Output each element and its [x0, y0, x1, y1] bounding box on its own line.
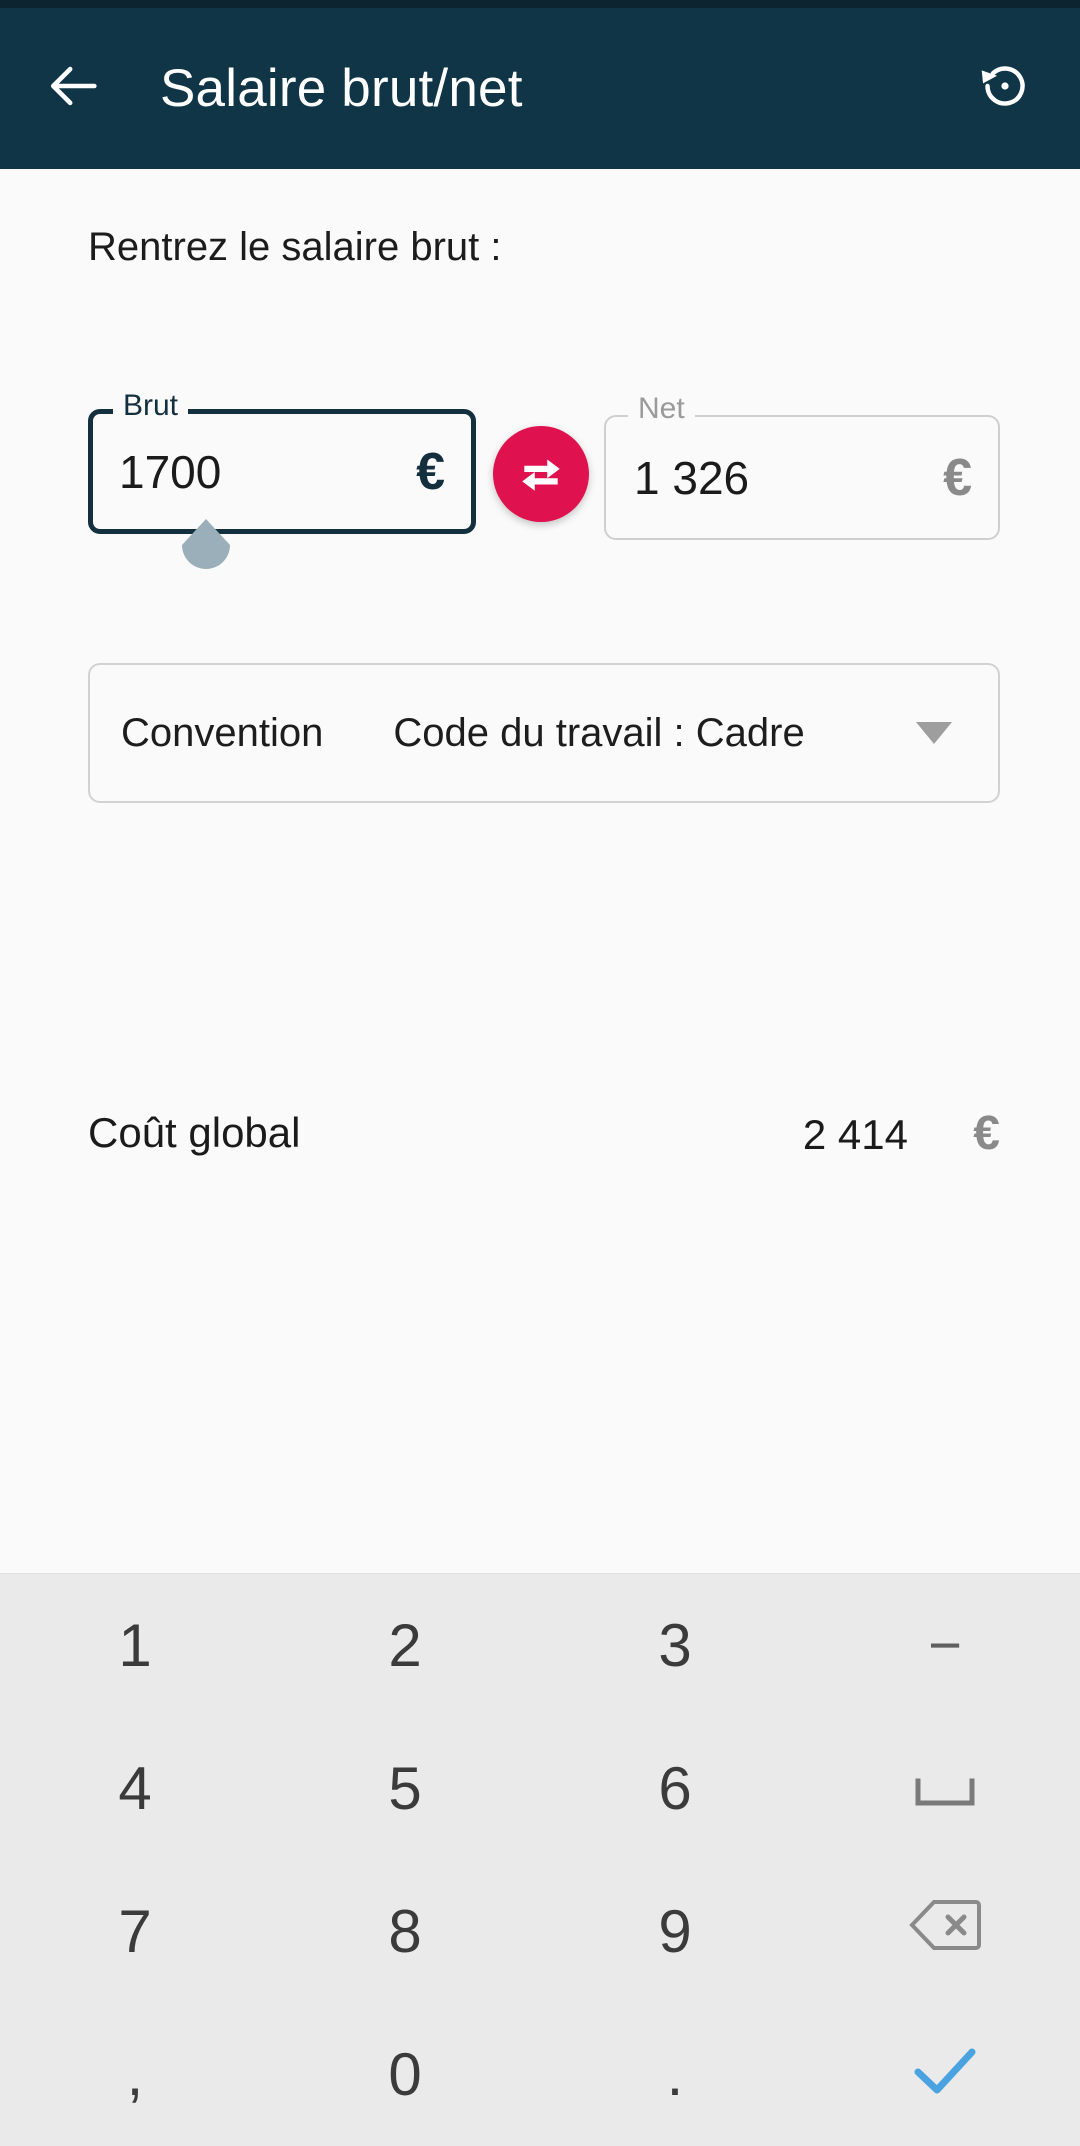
key-0[interactable]: 0	[270, 2003, 540, 2146]
convention-label: Convention	[121, 710, 324, 755]
key-5[interactable]: 5	[270, 1717, 540, 1860]
amount-fields-row: Brut 1700 € Net 1 326 €	[0, 391, 1080, 589]
key-label: 5	[388, 1755, 422, 1822]
key-7[interactable]: 7	[0, 1860, 270, 2003]
key-label: ,	[126, 2041, 144, 2108]
text-cursor-handle[interactable]	[178, 519, 234, 581]
brut-field[interactable]: Brut 1700 €	[88, 391, 476, 534]
back-button[interactable]	[0, 8, 150, 169]
key-label: 7	[118, 1898, 152, 1965]
swap-horizontal-icon	[516, 447, 566, 502]
swap-button[interactable]	[493, 426, 589, 522]
euro-icon: €	[973, 1107, 1000, 1160]
key-8[interactable]: 8	[270, 1860, 540, 2003]
check-icon	[913, 2040, 977, 2109]
reset-button[interactable]	[930, 8, 1080, 169]
key-minus[interactable]: −	[810, 1574, 1080, 1717]
key-4[interactable]: 4	[0, 1717, 270, 1860]
intro-text: Rentrez le salaire brut :	[88, 225, 502, 269]
page-title: Salaire brut/net	[160, 59, 523, 118]
convention-selected-value: Code du travail : Cadre	[393, 710, 805, 755]
key-label: 2	[388, 1612, 422, 1679]
chevron-down-icon	[914, 720, 954, 746]
key-label: 4	[118, 1755, 152, 1822]
key-label: 8	[388, 1898, 422, 1965]
key-6[interactable]: 6	[540, 1717, 810, 1860]
key-enter[interactable]	[810, 2003, 1080, 2146]
global-cost-label: Coût global	[88, 1109, 301, 1156]
euro-icon: €	[943, 448, 972, 507]
net-input[interactable]: 1 326	[634, 451, 749, 505]
key-label: 9	[658, 1898, 692, 1965]
global-cost-row: Coût global 2 414 €	[88, 1107, 1000, 1169]
key-comma[interactable]: ,	[0, 2003, 270, 2146]
app-bar: Salaire brut/net	[0, 8, 1080, 169]
key-space[interactable]	[810, 1717, 1080, 1860]
keyboard-row: 1 2 3 −	[0, 1574, 1080, 1717]
backspace-icon	[908, 1897, 982, 1966]
brut-input[interactable]: 1700	[119, 445, 221, 499]
key-label: .	[666, 2041, 684, 2108]
restore-icon	[977, 58, 1033, 119]
numeric-keyboard: 1 2 3 − 4 5 6 7 8 9, 0.	[0, 1573, 1080, 2146]
key-label: −	[928, 1613, 962, 1678]
brut-field-label: Brut	[113, 391, 189, 421]
space-icon	[914, 1754, 976, 1823]
global-cost-value: 2 414	[802, 1111, 908, 1158]
keyboard-row: 4 5 6	[0, 1717, 1080, 1860]
net-field[interactable]: Net 1 326 €	[604, 394, 1000, 540]
net-field-label: Net	[628, 394, 695, 424]
key-1[interactable]: 1	[0, 1574, 270, 1717]
key-label: 0	[388, 2041, 422, 2108]
status-bar	[0, 0, 1080, 8]
key-period[interactable]: .	[540, 2003, 810, 2146]
keyboard-row: , 0.	[0, 2003, 1080, 2146]
key-3[interactable]: 3	[540, 1574, 810, 1717]
arrow-left-icon	[46, 57, 104, 120]
keyboard-row: 7 8 9	[0, 1860, 1080, 2003]
main-content: Rentrez le salaire brut : Brut 1700 € Ne…	[0, 169, 1080, 1573]
convention-dropdown[interactable]: Convention Code du travail : Cadre	[88, 663, 1000, 803]
key-2[interactable]: 2	[270, 1574, 540, 1717]
key-9[interactable]: 9	[540, 1860, 810, 2003]
key-backspace[interactable]	[810, 1860, 1080, 2003]
key-label: 1	[118, 1612, 152, 1679]
euro-icon: €	[416, 442, 445, 501]
app-screen: Salaire brut/net Rentrez le salaire brut…	[0, 0, 1080, 2146]
key-label: 3	[658, 1612, 692, 1679]
key-label: 6	[658, 1755, 692, 1822]
